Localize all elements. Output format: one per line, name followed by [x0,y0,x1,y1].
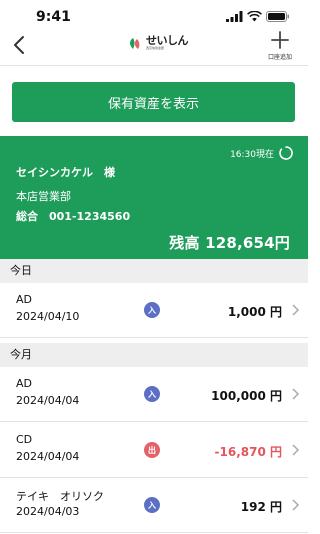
transaction-date: 2024/04/04 [16,450,80,463]
transaction-description: AD [16,377,32,390]
signal-icon [226,11,243,22]
deposit-badge: 入 [144,302,160,318]
chevron-right-icon [292,388,300,400]
transaction-row[interactable]: AD 2024/04/04 入 100,000 円 [0,367,308,422]
transaction-date: 2024/04/03 [16,505,80,518]
refresh-icon[interactable] [278,145,294,161]
transaction-amount: 100,000 円 [211,389,282,403]
wifi-icon [247,11,262,22]
withdrawal-badge: 出 [144,442,160,458]
account-number: 総合 001-1234560 [16,210,131,223]
account-holder-name: セイシンカケル 様 [16,166,115,179]
chevron-right-icon [292,444,300,456]
add-account-button[interactable]: 口座追加 [262,30,298,61]
transaction-row[interactable]: AD 2024/04/10 入 1,000 円 [0,283,308,338]
account-card: 16:30現在 セイシンカケル 様 本店営業部 総合 001-1234560 残… [0,136,308,259]
deposit-badge: 入 [144,386,160,402]
transaction-row[interactable]: CD 2024/04/04 出 -16,870 円 [0,423,308,478]
account-balance: 残高 128,654円 [169,234,290,252]
plus-icon [271,31,289,49]
transaction-amount: 1,000 円 [227,305,282,319]
as-of-time: 16:30現在 [230,145,294,161]
logo-text: せいしん [146,34,189,47]
battery-icon [266,11,289,22]
transaction-date: 2024/04/04 [16,394,80,407]
transaction-amount: -16,870 円 [214,445,282,459]
status-bar: 9:41 [0,0,308,28]
status-icons [226,11,290,22]
transaction-amount: 192 円 [240,500,282,514]
transaction-row[interactable]: テイキ オリソク 2024/04/03 入 192 円 [0,478,308,533]
bank-logo: せいしん 西京信用金庫 [128,34,189,50]
add-account-label: 口座追加 [267,54,292,61]
transaction-description: CD [16,433,33,446]
deposit-badge: 入 [144,497,160,513]
status-time: 9:41 [36,9,71,25]
chevron-right-icon [292,499,300,511]
as-of-label: 16:30現在 [230,149,274,160]
nav-bar: せいしん 西京信用金庫 口座追加 [0,28,308,66]
branch-name: 本店営業部 [16,190,71,203]
transaction-date: 2024/04/10 [16,310,80,323]
section-header-this-month: 今月 [0,343,308,367]
logo-mark-icon [130,37,140,49]
section-header-today: 今日 [0,259,308,283]
logo-subtext: 西京信用金庫 [146,46,165,50]
transaction-description: AD [16,293,32,306]
chevron-right-icon [292,304,300,316]
show-assets-button[interactable]: 保有資産を表示 [12,82,295,122]
transaction-description: テイキ オリソク [16,490,104,503]
back-chevron-icon[interactable] [10,33,30,57]
